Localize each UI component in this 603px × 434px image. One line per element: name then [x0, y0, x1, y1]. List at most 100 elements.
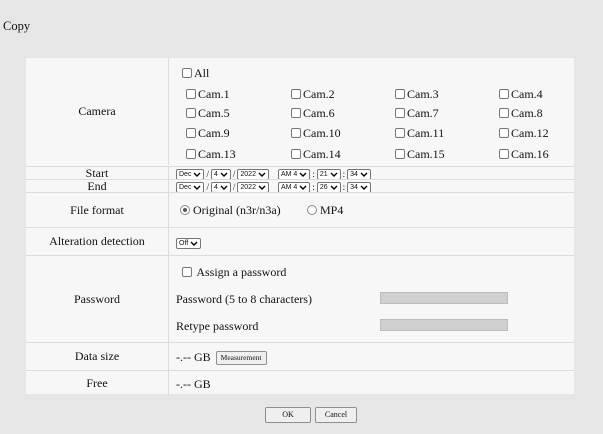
- ok-button[interactable]: OK: [265, 407, 311, 423]
- camera-option[interactable]: Cam.10: [291, 126, 341, 141]
- format-mp4-option[interactable]: MP4: [307, 203, 343, 218]
- camera-label: Cam.12: [511, 126, 549, 140]
- chevron-down-icon: [190, 241, 198, 246]
- camera-option[interactable]: Cam.4: [499, 87, 543, 102]
- camera-label: Cam.10: [303, 126, 341, 140]
- assign-password-checkbox[interactable]: [182, 267, 192, 277]
- start-year-value: 2022: [240, 170, 256, 178]
- end-minute-value: 26: [319, 183, 328, 191]
- separator: :: [312, 182, 315, 193]
- camera-checkbox[interactable]: [395, 108, 405, 118]
- end-hour-value: AM 4: [280, 183, 298, 191]
- camera-checkbox[interactable]: [291, 108, 301, 118]
- chevron-down-icon: [360, 185, 368, 190]
- camera-checkbox[interactable]: [395, 128, 405, 138]
- camera-option[interactable]: Cam.14: [291, 147, 341, 162]
- camera-checkbox[interactable]: [499, 108, 509, 118]
- format-mp4-label: MP4: [320, 203, 344, 217]
- file-format-label: File format: [26, 193, 169, 227]
- chevron-down-icon: [258, 172, 266, 177]
- camera-label: Cam.4: [511, 87, 543, 101]
- format-original-label: Original (n3r/n3a): [193, 203, 281, 217]
- start-row: Start Dec/4/2022 AM 4:21:34: [26, 166, 574, 180]
- camera-option[interactable]: Cam.5: [186, 106, 230, 121]
- start-month-value: Dec: [179, 170, 192, 178]
- chevron-down-icon: [193, 185, 201, 190]
- alteration-select[interactable]: Off: [176, 237, 202, 249]
- camera-checkbox[interactable]: [186, 128, 196, 138]
- end-day-value: 4: [213, 183, 218, 191]
- format-original-radio[interactable]: [180, 205, 190, 215]
- password-field-label: Password (5 to 8 characters): [176, 292, 312, 306]
- cancel-button[interactable]: Cancel: [315, 407, 357, 423]
- camera-option[interactable]: Cam.8: [499, 106, 543, 121]
- data-size-text: -.-- GB Measurement: [176, 350, 267, 366]
- end-second-value: 34: [350, 183, 358, 191]
- camera-label: Cam.8: [511, 106, 543, 120]
- start-second-value: 34: [350, 170, 358, 178]
- data-size-label: Data size: [26, 343, 169, 370]
- camera-option[interactable]: Cam.3: [395, 87, 439, 102]
- chevron-down-icon: [330, 185, 338, 190]
- all-checkbox[interactable]: [182, 68, 192, 78]
- all-label: All: [194, 66, 210, 80]
- camera-option[interactable]: Cam.15: [395, 147, 445, 162]
- start-hour-value: AM 4: [280, 170, 298, 178]
- camera-option[interactable]: Cam.11: [395, 126, 444, 141]
- start-datetime: Dec/4/2022 AM 4:21:34: [174, 167, 574, 180]
- camera-checkbox[interactable]: [291, 89, 301, 99]
- camera-values: All Cam.1 Cam.2 Cam.3 Cam.4 Cam.5 Cam.6 Cam.7 C…: [174, 58, 574, 165]
- password-label: Password: [26, 256, 169, 342]
- camera-checkbox[interactable]: [186, 108, 196, 118]
- format-original-option[interactable]: Original (n3r/n3a): [180, 203, 281, 218]
- measurement-button[interactable]: Measurement: [215, 351, 267, 366]
- camera-label: Cam.9: [198, 126, 230, 140]
- camera-option[interactable]: Cam.9: [186, 126, 230, 141]
- camera-checkbox[interactable]: [395, 89, 405, 99]
- separator: :: [342, 182, 346, 193]
- retype-password-input[interactable]: [380, 319, 508, 331]
- separator: :: [342, 169, 346, 180]
- camera-checkbox[interactable]: [291, 149, 301, 159]
- camera-checkbox[interactable]: [186, 89, 196, 99]
- alteration-select-wrap: Off: [176, 235, 202, 250]
- free-value: -.-- GB: [176, 377, 211, 391]
- format-mp4-radio[interactable]: [307, 205, 317, 215]
- camera-checkbox[interactable]: [499, 149, 509, 159]
- chevron-down-icon: [299, 172, 307, 177]
- separator: /: [232, 182, 236, 193]
- camera-option[interactable]: Cam.12: [499, 126, 549, 141]
- retype-field-label: Retype password: [176, 319, 259, 333]
- separator: /: [206, 182, 209, 193]
- camera-checkbox[interactable]: [395, 149, 405, 159]
- assign-password-label: Assign a password: [196, 265, 287, 279]
- camera-checkbox[interactable]: [499, 128, 509, 138]
- separator: :: [312, 169, 315, 180]
- camera-option[interactable]: Cam.6: [291, 106, 335, 121]
- password-input[interactable]: [380, 292, 508, 304]
- camera-label: Cam.13: [198, 147, 236, 161]
- camera-label: Cam.3: [407, 87, 439, 101]
- camera-option[interactable]: Cam.13: [186, 147, 236, 162]
- alteration-select-value: Off: [179, 239, 189, 247]
- camera-option[interactable]: Cam.2: [291, 87, 335, 102]
- camera-label: Camera: [26, 58, 169, 165]
- data-size-row: Data size -.-- GB Measurement: [26, 342, 574, 370]
- camera-option[interactable]: Cam.1: [186, 87, 230, 102]
- copy-form: Camera All Cam.1 Cam.2 Cam.3 Cam.4 Cam.5 Cam.…: [26, 58, 574, 395]
- alteration-values: Off: [174, 228, 574, 255]
- free-row: Free -.-- GB: [26, 370, 574, 395]
- assign-password-option[interactable]: Assign a password: [182, 265, 286, 280]
- camera-option[interactable]: Cam.7: [395, 106, 439, 121]
- camera-checkbox[interactable]: [186, 149, 196, 159]
- end-month-value: Dec: [179, 183, 192, 191]
- camera-checkbox[interactable]: [499, 89, 509, 99]
- chevron-down-icon: [299, 185, 307, 190]
- camera-label: Cam.5: [198, 106, 230, 120]
- all-checkbox-wrap[interactable]: All: [182, 66, 209, 81]
- camera-option[interactable]: Cam.16: [499, 147, 549, 162]
- camera-checkbox[interactable]: [291, 128, 301, 138]
- free-label: Free: [26, 371, 169, 395]
- start-label: Start: [26, 166, 169, 180]
- chevron-down-icon: [330, 172, 338, 177]
